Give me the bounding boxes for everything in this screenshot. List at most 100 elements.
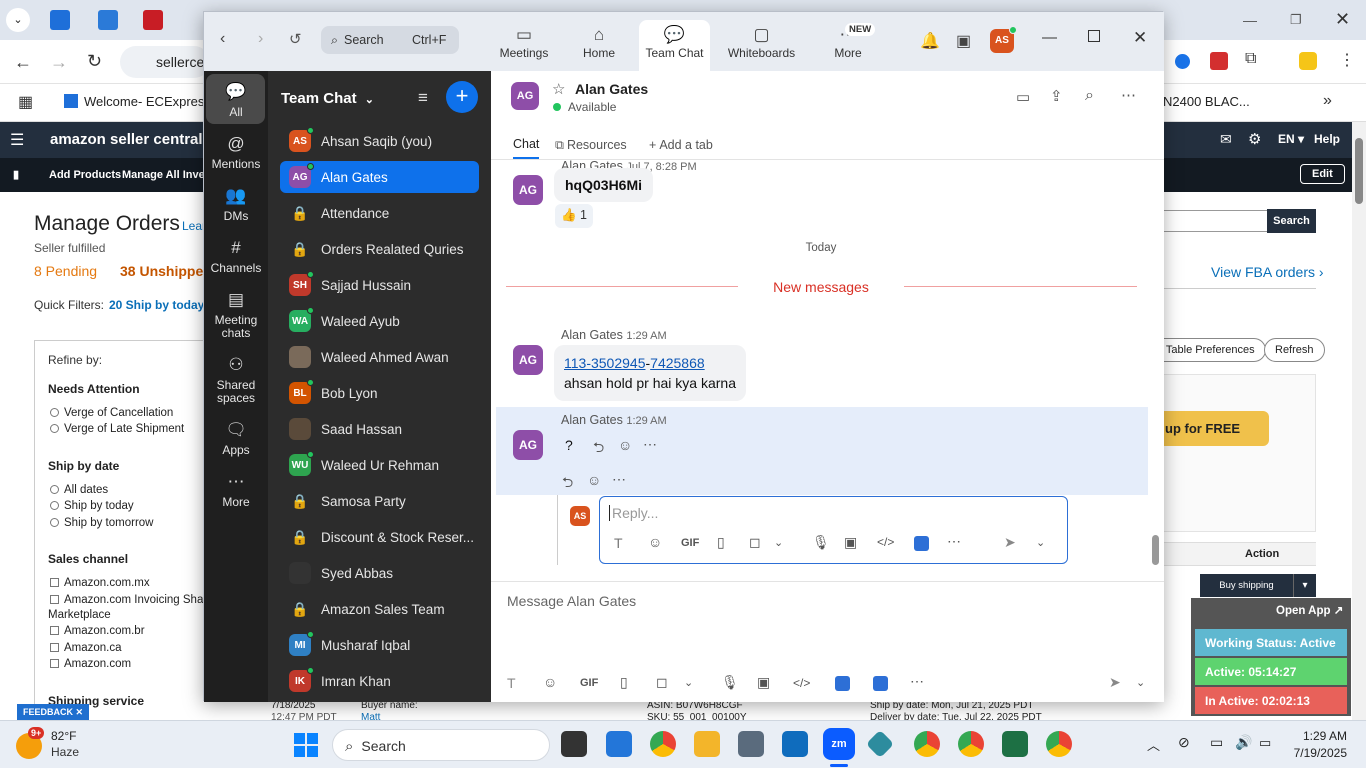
- screenshot-icon[interactable]: ◻: [656, 674, 668, 691]
- tab-list-dropdown-icon[interactable]: ⌄: [6, 8, 30, 32]
- file-icon[interactable]: ▯: [717, 534, 725, 551]
- chat-list-item[interactable]: 🔒 Discount & Stock Reser...: [280, 521, 479, 553]
- battery-icon[interactable]: ▭: [1259, 735, 1271, 751]
- chat-list-item[interactable]: Syed Abbas: [280, 557, 479, 589]
- scrollbar-thumb[interactable]: [1355, 138, 1363, 204]
- more-compose-icon[interactable]: ⋯: [910, 673, 924, 690]
- screenshot-dropdown-icon[interactable]: ⌄: [684, 676, 693, 689]
- video-message-icon[interactable]: ▣: [844, 534, 857, 551]
- chat-list-item[interactable]: MI Musharaf Iqbal: [280, 629, 479, 661]
- chrome-profile-icon[interactable]: [914, 731, 940, 757]
- clock-time[interactable]: 1:29 AM: [1297, 729, 1347, 743]
- ext-icon-blue[interactable]: [1175, 54, 1190, 69]
- rail-item-shared-spaces[interactable]: ⚇ Shared spaces: [208, 356, 264, 405]
- apps-grid-icon[interactable]: ▦: [18, 92, 33, 112]
- reply-input[interactable]: Reply...: [609, 505, 658, 521]
- notifications-bell-icon[interactable]: 🔔: [920, 31, 940, 51]
- rail-item-mentions[interactable]: @ Mentions: [208, 135, 264, 171]
- red-tab-icon[interactable]: [143, 10, 163, 30]
- late-option[interactable]: Verge of Late Shipment: [50, 423, 184, 435]
- reload-icon[interactable]: ↻: [87, 51, 102, 72]
- message-avatar[interactable]: AG: [513, 430, 543, 460]
- microphone-icon[interactable]: 🎙: [721, 674, 739, 691]
- chat-list-item[interactable]: Saad Hassan: [280, 413, 479, 445]
- chrome-profile-icon[interactable]: [958, 731, 984, 757]
- send-options-icon[interactable]: ⌄: [1136, 676, 1145, 689]
- channel-option[interactable]: Amazon.com.br: [50, 625, 145, 637]
- emoji-icon[interactable]: ☺: [543, 674, 557, 690]
- add-tab-button[interactable]: + Add a tab: [649, 138, 713, 152]
- chat-list-item[interactable]: 🔒 Attendance: [280, 197, 479, 229]
- page-scrollbar[interactable]: [1352, 122, 1366, 720]
- order-link-part-two[interactable]: 7425868: [650, 355, 705, 371]
- ship-tomorrow-option[interactable]: Ship by tomorrow: [50, 517, 153, 529]
- chrome-icon[interactable]: [650, 731, 676, 757]
- bookmarks-overflow-icon[interactable]: »: [1323, 92, 1332, 110]
- forward-nav-icon[interactable]: ›: [258, 30, 263, 48]
- ext-icon-yellow[interactable]: [1299, 52, 1317, 70]
- extensions-icon[interactable]: ⧉: [1245, 50, 1256, 68]
- minimize-button[interactable]: —: [1042, 29, 1057, 46]
- zoom-app-icon[interactable]: zm: [823, 728, 855, 760]
- search-orders-button[interactable]: Search: [1267, 209, 1316, 233]
- format-text-icon[interactable]: T: [614, 535, 623, 551]
- reply-icon[interactable]: ⮌: [593, 437, 604, 461]
- rail-item-channels[interactable]: # Channels: [208, 239, 264, 275]
- minimize-browser-button[interactable]: —: [1243, 12, 1257, 28]
- unshipped-tab[interactable]: 38 Unshipped: [120, 263, 212, 279]
- send-icon[interactable]: ➤: [1004, 534, 1016, 551]
- search-chat-icon[interactable]: ⌕: [1085, 87, 1094, 105]
- task-view-icon[interactable]: [561, 731, 587, 757]
- weather-widget[interactable]: 9+ 82°F Haze: [16, 727, 136, 763]
- compose-input[interactable]: Message Alan Gates: [507, 593, 1147, 609]
- chat-list-item[interactable]: SH Sajjad Hussain: [280, 269, 479, 301]
- rail-item-dms[interactable]: 👥 DMs: [208, 187, 264, 223]
- channel-option[interactable]: Amazon.com.mx: [50, 577, 150, 589]
- tab-team-chat[interactable]: 💬 Team Chat: [639, 20, 710, 71]
- network-off-icon[interactable]: ⊘: [1178, 734, 1190, 751]
- chat-list-item[interactable]: BL Bob Lyon: [280, 377, 479, 409]
- display-icon[interactable]: ▭: [1210, 734, 1223, 751]
- reply-thread-icon[interactable]: ⮌: [562, 472, 573, 496]
- chat-list-item[interactable]: AS Ahsan Saqib (you): [280, 125, 479, 157]
- manage-inventory-link[interactable]: Manage All Invent: [122, 169, 215, 181]
- messages-scrollbar-thumb[interactable]: [1152, 535, 1159, 565]
- restore-browser-button[interactable]: ❐: [1290, 12, 1302, 28]
- settings-gear-icon[interactable]: ⚙: [1248, 130, 1261, 148]
- new-chat-button[interactable]: +: [446, 81, 478, 113]
- video-call-icon[interactable]: ▭: [1016, 88, 1030, 106]
- add-products-link[interactable]: Add Products: [49, 169, 121, 181]
- tab-meetings[interactable]: ▭ Meetings: [489, 20, 559, 71]
- bookmark-welcome[interactable]: Welcome- ECExpres...: [64, 94, 215, 109]
- clock-date[interactable]: 7/19/2025: [1285, 746, 1347, 760]
- microphone-icon[interactable]: 🎙: [812, 534, 830, 551]
- format-text-icon[interactable]: T: [507, 675, 516, 691]
- search-orders-input[interactable]: [1163, 210, 1267, 232]
- ship-today-filter[interactable]: 20 Ship by today: [109, 298, 204, 312]
- app-integration-icon[interactable]: [914, 536, 929, 551]
- hamburger-menu-icon[interactable]: ☰: [10, 130, 24, 150]
- chat-list-item[interactable]: WU Waleed Ur Rehman: [280, 449, 479, 481]
- bookmark-right[interactable]: N2400 BLAC...: [1163, 94, 1250, 109]
- reaction-chip[interactable]: 👍 1: [555, 204, 593, 228]
- help-link[interactable]: Help: [1314, 132, 1340, 146]
- thread-more-icon[interactable]: ⋯: [612, 471, 626, 488]
- excel-icon[interactable]: [1002, 731, 1028, 757]
- add-reaction-icon[interactable]: ☺: [618, 437, 632, 453]
- language-select[interactable]: EN ▾: [1278, 132, 1304, 146]
- tab-home[interactable]: ⌂ Home: [569, 20, 629, 71]
- back-nav-icon[interactable]: ‹: [220, 30, 225, 48]
- share-screen-icon[interactable]: ⇪: [1050, 87, 1063, 105]
- address-bar[interactable]: sellerce: [120, 46, 210, 78]
- app-integration-icon[interactable]: [835, 676, 850, 691]
- gif-button[interactable]: GIF: [681, 537, 699, 549]
- chrome-profile-icon[interactable]: [1046, 731, 1072, 757]
- chat-list-item[interactable]: 🔒 Orders Realated Quries: [280, 233, 479, 265]
- forward-icon[interactable]: →: [50, 52, 68, 73]
- chat-more-options-icon[interactable]: ⋯: [1121, 86, 1136, 104]
- code-snippet-icon[interactable]: </>: [877, 535, 894, 549]
- user-avatar[interactable]: AS: [990, 26, 1017, 53]
- rail-item-meeting-chats[interactable]: ▤ Meeting chats: [208, 291, 264, 340]
- message-avatar[interactable]: AG: [513, 175, 543, 205]
- feedback-tab[interactable]: FEEDBACK ✕: [17, 704, 90, 720]
